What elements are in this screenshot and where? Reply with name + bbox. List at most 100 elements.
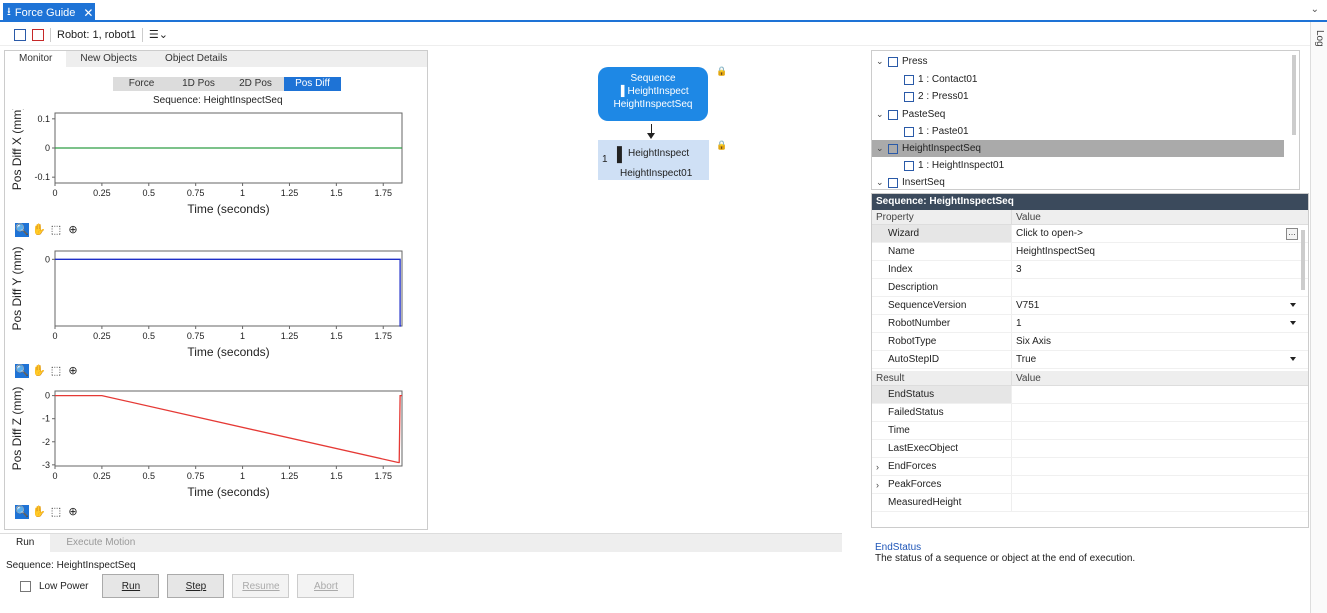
flow-sequence-inner: ▐ HeightInspect <box>598 85 708 98</box>
flow-sequence-node[interactable]: Sequence ▐ HeightInspect HeightInspectSe… <box>598 67 708 121</box>
property-value[interactable]: 3 <box>1012 261 1308 278</box>
result-row[interactable]: LastExecObject <box>872 440 1308 458</box>
property-value[interactable]: V751 <box>1012 297 1308 314</box>
tree-item[interactable]: ⌄ Press <box>876 53 928 70</box>
zoom-fit-icon[interactable]: ⊕ <box>66 505 80 519</box>
tab-monitor[interactable]: Monitor <box>5 51 67 67</box>
property-row[interactable]: Index 3 <box>872 261 1308 279</box>
x-tick-label: 1 <box>240 471 245 481</box>
chevron-down-icon[interactable]: ⌄ <box>876 143 884 154</box>
zoom-icon[interactable]: 🔍 <box>15 364 29 378</box>
dropdown-arrow-icon[interactable] <box>1290 321 1296 325</box>
property-row[interactable]: Description <box>872 279 1308 297</box>
flow-sequence-label: Sequence <box>630 73 676 84</box>
zoom-icon[interactable]: 🔍 <box>15 223 29 237</box>
flow-object-node[interactable]: 1 ▐ HeightInspect HeightInspect01 <box>598 140 709 180</box>
property-value[interactable]: Click to open-> <box>1012 225 1308 242</box>
ellipsis-button[interactable]: … <box>1286 228 1298 240</box>
layout-icon[interactable]: ☰⌄ <box>149 28 168 41</box>
chevron-down-icon[interactable]: ⌄ <box>876 109 884 120</box>
run-button[interactable]: Run <box>102 574 160 598</box>
sequence-tree: ⌄ Press 1 : Contact01 2 : Press01 ⌄ Past… <box>871 50 1300 190</box>
property-row[interactable]: Wizard Click to open-> … <box>872 225 1308 243</box>
tab-object-details[interactable]: Object Details <box>151 51 241 67</box>
zoom-fit-icon[interactable]: ⊕ <box>66 364 80 378</box>
result-grid-header: Result Value <box>872 371 1308 386</box>
result-name: Time <box>872 422 1012 439</box>
low-power-checkbox[interactable] <box>20 580 31 592</box>
dropdown-arrow-icon[interactable] <box>1290 303 1296 307</box>
plot-area <box>54 390 403 467</box>
tree-item[interactable]: 1 : HeightInspect01 <box>904 157 1004 174</box>
tab-run[interactable]: Run <box>0 534 51 552</box>
tree-item[interactable]: 2 : Press01 <box>904 88 969 105</box>
result-row[interactable]: › PeakForces <box>872 476 1308 494</box>
y-tick-label: 0 <box>45 391 50 401</box>
height-inspect-icon <box>888 143 898 154</box>
chart-tools-y: 🔍 ✋ ⬚ ⊕ <box>15 364 80 378</box>
property-grid-header: Property Value <box>872 210 1308 225</box>
view-pos-diff-button[interactable]: Pos Diff <box>284 77 341 91</box>
new-file-icon[interactable] <box>14 28 26 41</box>
property-value[interactable]: Six Axis <box>1012 333 1308 350</box>
view-force-button[interactable]: Force <box>113 77 170 91</box>
select-icon[interactable]: ⬚ <box>49 505 63 519</box>
y-tick-label: 0.1 <box>37 114 50 124</box>
close-icon[interactable]: ✕ <box>83 6 93 20</box>
property-row[interactable]: Name HeightInspectSeq <box>872 243 1308 261</box>
view-1d-pos-button[interactable]: 1D Pos <box>170 77 227 91</box>
chevron-down-icon[interactable]: ⌄ <box>876 177 884 188</box>
pan-icon[interactable]: ✋ <box>32 505 46 519</box>
view-2d-pos-button[interactable]: 2D Pos <box>227 77 284 91</box>
property-row[interactable]: RobotType Six Axis <box>872 333 1308 351</box>
abort-button[interactable]: Abort <box>297 574 355 598</box>
low-power-label: Low Power <box>39 580 89 592</box>
property-value[interactable]: True <box>1012 351 1308 368</box>
result-row[interactable]: FailedStatus <box>872 404 1308 422</box>
tab-execute-motion[interactable]: Execute Motion <box>50 534 151 552</box>
property-value[interactable]: HeightInspectSeq <box>1012 243 1308 260</box>
chevron-down-icon[interactable]: ⌄ <box>1311 4 1319 15</box>
tree-item[interactable]: ⌄ PasteSeq <box>876 106 945 123</box>
chevron-right-icon[interactable]: › <box>876 458 879 476</box>
tab-new-objects[interactable]: New Objects <box>66 51 151 67</box>
result-row[interactable]: › EndForces <box>872 458 1308 476</box>
scrollbar[interactable] <box>1301 230 1305 290</box>
resume-button[interactable]: Resume <box>232 574 290 598</box>
tree-item[interactable]: 1 : Paste01 <box>904 123 969 140</box>
result-row[interactable]: EndStatus <box>872 386 1308 404</box>
monitor-panel: Monitor New Objects Object Details Force… <box>4 50 428 530</box>
delete-file-icon[interactable] <box>32 28 44 41</box>
x-tick-label: 0.25 <box>93 188 111 198</box>
force-guide-tab[interactable]: ⭳ Force Guide ✕ <box>3 3 95 22</box>
step-button[interactable]: Step <box>167 574 225 598</box>
property-value[interactable]: 1 <box>1012 315 1308 332</box>
x-tick-label: 1 <box>240 331 245 341</box>
result-row[interactable]: Time <box>872 422 1308 440</box>
property-value[interactable] <box>1012 279 1308 296</box>
zoom-icon[interactable]: 🔍 <box>15 505 29 519</box>
chevron-down-icon[interactable]: ⌄ <box>876 56 884 67</box>
pan-icon[interactable]: ✋ <box>32 223 46 237</box>
x-tick-label: 0.5 <box>143 331 156 341</box>
select-icon[interactable]: ⬚ <box>49 223 63 237</box>
property-row[interactable]: SequenceVersion V751 <box>872 297 1308 315</box>
scrollbar[interactable] <box>1292 55 1296 135</box>
zoom-fit-icon[interactable]: ⊕ <box>66 223 80 237</box>
property-row[interactable]: RobotNumber 1 <box>872 315 1308 333</box>
result-row[interactable]: MeasuredHeight <box>872 494 1308 512</box>
log-strip[interactable]: Log <box>1310 22 1327 613</box>
tree-item-label: InsertSeq <box>902 177 945 188</box>
tab-title: Force Guide <box>14 6 76 19</box>
tree-item-selected[interactable]: ⌄ HeightInspectSeq <box>872 140 1284 157</box>
property-row[interactable]: AutoStepID True <box>872 351 1308 369</box>
tree-item[interactable]: 1 : Contact01 <box>904 71 977 88</box>
dropdown-arrow-icon[interactable] <box>1290 357 1296 361</box>
select-icon[interactable]: ⬚ <box>49 364 63 378</box>
pan-icon[interactable]: ✋ <box>32 364 46 378</box>
tree-item-label: 1 : Paste01 <box>918 126 969 137</box>
chevron-right-icon[interactable]: › <box>876 476 879 494</box>
description-title: EndStatus <box>875 542 922 553</box>
tree-item[interactable]: ⌄ InsertSeq <box>876 174 945 189</box>
tree-item-label: 2 : Press01 <box>918 91 969 102</box>
